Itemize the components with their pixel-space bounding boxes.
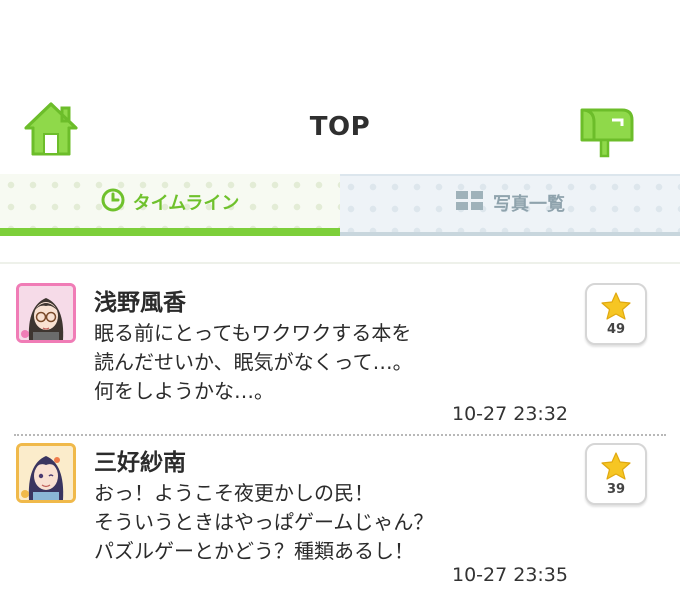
post-divider (14, 434, 666, 436)
mailbox-button[interactable] (576, 102, 636, 158)
avatar[interactable] (16, 443, 76, 503)
post-message-line: そういうときはやっぱゲームじゃん？ (94, 510, 434, 534)
tab-inactive-indicator (340, 232, 680, 236)
star-icon (601, 291, 631, 320)
tab-photos-label: 写真一覧 (493, 194, 565, 215)
post-message-line: 眠る前にとってもワクワクする本を (94, 321, 412, 345)
timeline-post: 三好紗南 おっ！ようこそ夜更かしの民！ そういうときはやっぱゲームじゃん？ パズ… (0, 443, 680, 595)
post-message-line: おっ！ようこそ夜更かしの民！ (94, 481, 374, 505)
like-button[interactable]: 49 (585, 283, 647, 345)
post-author: 浅野風香 (94, 290, 186, 316)
like-count: 39 (606, 481, 626, 497)
post-message: 眠る前にとってもワクワクする本を 読んだせいか、眠気がなくって…。 何をしようか… (94, 319, 574, 406)
post-message: おっ！ようこそ夜更かしの民！ そういうときはやっぱゲームじゃん？ パズルゲーとか… (94, 479, 574, 566)
mailbox-icon (580, 108, 634, 158)
tab-active-indicator (0, 228, 340, 236)
tab-timeline-label: タイムライン (132, 193, 240, 214)
tab-timeline[interactable]: タイムライン (0, 174, 340, 236)
post-message-line: 何をしようかな…。 (94, 379, 274, 403)
clock-icon (101, 188, 125, 222)
feed-divider (0, 262, 680, 264)
avatar[interactable] (16, 283, 76, 343)
tab-photos[interactable]: 写真一覧 (340, 174, 680, 236)
like-button[interactable]: 39 (585, 443, 647, 505)
post-timestamp: 10-27 23:32 (451, 403, 568, 425)
timeline-post: 浅野風香 眠る前にとってもワクワクする本を 読んだせいか、眠気がなくって…。 何… (0, 283, 680, 433)
grid-icon (455, 190, 485, 222)
post-timestamp: 10-27 23:35 (451, 564, 568, 586)
header-bar: TOP (0, 0, 680, 172)
post-author: 三好紗南 (94, 450, 186, 476)
star-icon (601, 451, 631, 480)
post-message-line: 読んだせいか、眠気がなくって…。 (94, 350, 413, 374)
post-message-line: パズルゲーとかどう？種類あるし！ (94, 539, 414, 563)
like-count: 49 (606, 321, 626, 337)
tab-bar: タイムライン 写真一覧 (0, 174, 680, 236)
